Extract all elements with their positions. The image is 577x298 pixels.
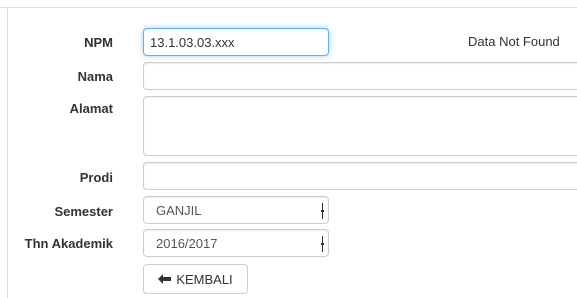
alamat-textarea[interactable] <box>143 96 577 156</box>
thn-akademik-label: Thn Akademik <box>24 236 113 251</box>
arrow-left-icon <box>158 272 172 287</box>
dropdown-arrow-icon <box>321 203 324 219</box>
kembali-button[interactable]: KEMBALI <box>143 264 248 294</box>
kembali-button-label: KEMBALI <box>176 271 233 287</box>
alamat-label: Alamat <box>69 101 113 116</box>
semester-label: Semester <box>54 204 113 219</box>
panel-left-border <box>7 7 8 298</box>
npm-input[interactable] <box>143 28 329 56</box>
thn-akademik-selected-value: 2016/2017 <box>156 236 218 251</box>
semester-selected-value: GANJIL <box>156 203 202 218</box>
dropdown-arrow-icon <box>321 236 324 252</box>
semester-select[interactable]: GANJIL <box>143 196 329 224</box>
npm-label: NPM <box>84 35 113 50</box>
nama-label: Nama <box>77 69 113 84</box>
status-message: Data Not Found <box>468 34 560 49</box>
nama-input[interactable] <box>143 62 577 90</box>
prodi-input[interactable] <box>143 162 577 190</box>
panel-top-border <box>0 7 577 8</box>
thn-akademik-select[interactable]: 2016/2017 <box>143 229 329 257</box>
prodi-label: Prodi <box>79 170 113 185</box>
